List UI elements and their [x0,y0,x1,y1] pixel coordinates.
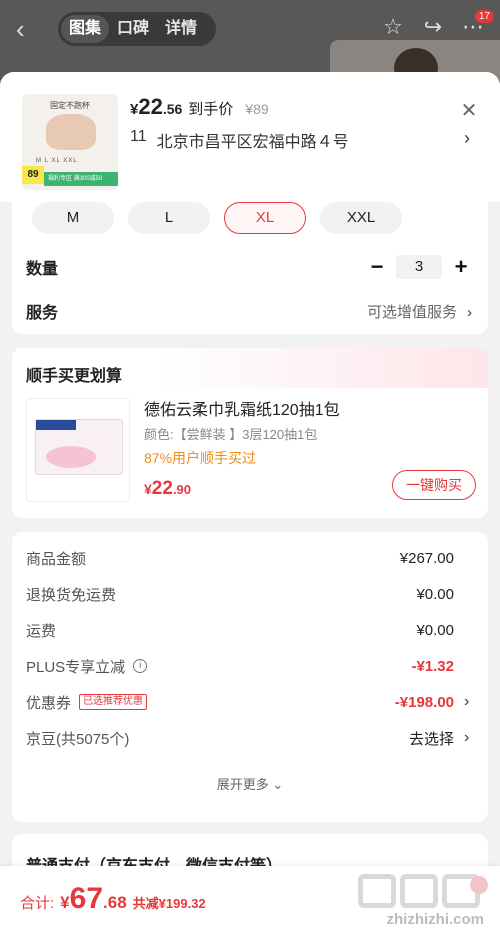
order-total: 合计: ¥ 67 .68 共减¥199.32 [20,882,206,916]
bra-image [46,114,96,150]
nav-tabs: 图集 口碑 详情 [58,12,216,46]
watermark-text: zhizhizhi.com [386,911,485,928]
spec-card: M L XL XXL 数量 − 3 + 服务 可选增值服务 › [12,202,488,334]
chevron-right-icon: › [464,693,470,710]
product-header: 固定不跑杯 M L XL XXL 89 福利专区 满300减50 ¥ 22 .5… [0,72,500,202]
size-chip-m[interactable]: M [32,202,114,234]
fee-label: PLUS专享立减 [26,658,126,676]
final-price: ¥ 22 .56 到手价 ¥89 [130,94,269,120]
tissue-pack [35,419,123,475]
watermark-logo [358,874,480,908]
thumb-sizes: M L XL XXL [36,158,78,164]
fee-row-coupon[interactable]: 优惠券 已选推荐优惠 -¥198.00 › [26,690,472,714]
fee-label: 优惠券 [26,694,72,712]
back-icon[interactable]: ‹ [16,15,44,43]
tab-reviews[interactable]: 口碑 [109,15,157,43]
thumb-price-tag: 89 [22,166,44,184]
size-chip-l[interactable]: L [128,202,210,234]
thumb-caption: 固定不跑杯 [50,101,90,110]
service-row[interactable]: 服务 可选增值服务 › [26,296,472,326]
fee-label: 运费 [26,622,57,640]
tab-gallery[interactable]: 图集 [61,15,110,43]
minus-icon[interactable]: − [366,256,388,278]
price-integer: 22 [138,94,163,119]
fee-value: -¥198.00 [394,693,454,711]
star-icon[interactable]: ☆ [380,14,406,40]
share-icon[interactable]: ↪ [420,14,446,40]
bottom-bar: 合计: ¥ 67 .68 共减¥199.32 zhizhizhi.com [0,866,500,931]
buy-more-title: 顺手买更划算 [26,368,123,385]
chevron-right-icon: › [467,303,472,321]
fee-row-beans[interactable]: 京豆(共5075个) 去选择 › [26,726,472,750]
coupon-tag: 已选推荐优惠 [79,694,148,710]
fee-card: 商品金额 ¥267.00 退换货免运费 ¥0.00 运费 ¥0.00 PLUS专… [12,532,488,822]
quantity-label: 数量 [26,261,59,278]
watermark: zhizhizhi.com [348,872,488,930]
watermark-block [400,874,438,908]
size-chip-xxl[interactable]: XXL [320,202,402,234]
size-chip-xl[interactable]: XL [224,202,306,234]
addon-name[interactable]: 德佑云柔巾乳霜纸120抽1包 [144,396,340,420]
total-savings: 共减¥199.32 [132,896,206,911]
addon-price-integer: 22 [151,478,173,499]
price-currency: ¥ [130,101,139,118]
fee-value: 去选择 [408,730,454,748]
pack-band [36,420,76,430]
product-thumbnail[interactable]: 固定不跑杯 M L XL XXL 89 福利专区 满300减50 [22,94,118,190]
addon-price-currency: ¥ [144,481,152,497]
size-options: M L XL XXL [32,202,402,234]
fee-value: -¥1.32 [411,657,454,675]
addon-price-decimal: .90 [172,482,192,497]
info-icon[interactable]: i [133,659,148,673]
message-badge: 17 [474,10,494,23]
thumb-promo: 福利专区 满300减50 [44,172,118,186]
quantity-stepper: − 3 + [366,255,472,279]
original-price: ¥89 [245,101,269,117]
service-label: 服务 [26,305,59,322]
address-text: 北京市昌平区宏福中路４号 [156,134,349,151]
fee-label: 京豆(共5075个) [26,730,130,748]
total-label: 合计: [20,895,55,912]
addon-price: ¥ 22 .90 [144,478,191,500]
fee-label: 商品金额 [26,550,87,568]
watermark-dot [470,876,488,894]
price-decimal: .56 [162,101,183,117]
one-click-buy-button[interactable]: 一键购买 [392,470,476,500]
fee-row-plus: PLUS专享立减 i -¥1.32 [26,654,472,678]
nav-icons: ☆ ↪ ⋯ [380,14,486,40]
address-number: 11 [130,128,147,145]
watermark-block [358,874,396,908]
pack-decoration [46,446,96,468]
fee-row-shipping: 运费 ¥0.00 [26,618,472,642]
address-row[interactable]: 11 北京市昌平区宏福中路４号 › [130,128,470,152]
expand-more-button[interactable]: 展开更多 ⌄ [12,774,488,793]
tab-details[interactable]: 详情 [157,15,205,43]
close-icon[interactable]: ✕ [458,100,480,122]
quantity-row: 数量 − 3 + [26,252,472,282]
total-decimal: .68 [103,893,127,912]
buy-more-card: 顺手买更划算 德佑云柔巾乳霜纸120抽1包 颜色:【尝鲜装 】3层120抽1包 … [12,348,488,518]
plus-icon[interactable]: + [450,256,472,278]
service-value-wrap: 可选增值服务 › [367,301,472,322]
quantity-input[interactable]: 3 [396,255,442,279]
chevron-right-icon: › [464,128,470,148]
fee-value: ¥0.00 [416,621,454,639]
chevron-right-icon: › [464,729,470,746]
fee-label: 退换货免运费 [26,586,117,604]
fee-value: ¥267.00 [399,549,454,567]
fee-row-goods: 商品金额 ¥267.00 [26,546,472,570]
total-integer: 67 [69,882,104,915]
fee-label-wrap: 优惠券 已选推荐优惠 [26,692,148,713]
addon-stat: 87%用户顺手买过 [144,450,257,466]
addon-spec: 颜色:【尝鲜装 】3层120抽1包 [144,427,318,442]
fee-label-wrap: PLUS专享立减 i [26,656,148,677]
tissue-image[interactable] [26,398,130,502]
fee-value: ¥0.00 [416,585,454,603]
total-currency: ¥ [60,893,70,912]
service-value: 可选增值服务 [366,303,457,321]
purchase-sheet: 固定不跑杯 M L XL XXL 89 福利专区 满300减50 ¥ 22 .5… [0,72,500,931]
fee-row-return-shipping: 退换货免运费 ¥0.00 [26,582,472,606]
price-label: 到手价 [188,101,234,118]
